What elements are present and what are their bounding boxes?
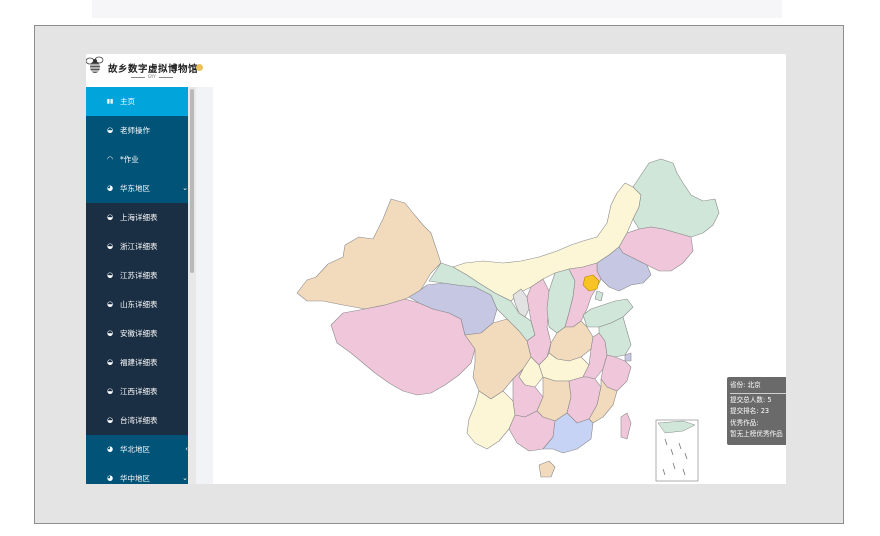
province-taiwan[interactable] (620, 412, 632, 440)
sidebar-item-taiwan[interactable]: ◒ 台湾详细表 (86, 406, 188, 435)
province-heilongjiang[interactable] (632, 158, 720, 238)
sidebar-item-jiangsu[interactable]: ◒ 江苏详细表 (86, 261, 188, 290)
gauge-icon: ◠ (106, 155, 114, 163)
pie-chart-icon: ◕ (106, 474, 114, 482)
sidebar-item-label: 台湾详细表 (120, 416, 158, 425)
sidebar-item-homework[interactable]: ◠ *作业 (86, 145, 188, 174)
sidebar-item-north-china[interactable]: ◕ 华北地区 ‹ (86, 435, 188, 464)
app-window: 故乡数字虚拟博物馆 GYY ▮▮ 主页 ◒ 老师操作 ◠ *作业 ◕ 华东地区 … (86, 54, 786, 484)
sidebar-item-label: 安徽详细表 (120, 329, 158, 338)
sidebar-item-label: 上海详细表 (120, 213, 158, 222)
sidebar-item-label: 江苏详细表 (120, 271, 158, 280)
tooltip-province-value: 北京 (747, 381, 761, 389)
tooltip-works-label: 优秀作品: (730, 418, 759, 427)
tooltip-rank-row: 提交排名: 23 (730, 406, 786, 418)
sidebar-item-home[interactable]: ▮▮ 主页 (86, 87, 188, 116)
tooltip-total-value: 5 (767, 395, 772, 404)
pie-chart-icon: ◕ (106, 184, 114, 192)
app-header: 故乡数字虚拟博物馆 GYY (86, 54, 786, 88)
map-panel: 省份: 北京 提交总人数: 5 提交排名: 23 优秀作品: 暂无上榜优秀作品 (213, 87, 786, 484)
sidebar-item-zhejiang[interactable]: ◒ 浙江详细表 (86, 232, 188, 261)
pie-chart-icon: ◒ (106, 358, 114, 366)
tooltip-rank-label: 提交排名: (730, 407, 759, 415)
province-shanghai[interactable] (624, 352, 632, 362)
status-dot (196, 64, 203, 71)
pie-chart-icon: ◒ (106, 126, 114, 134)
sidebar-item-shandong[interactable]: ◒ 山东详细表 (86, 290, 188, 319)
south-china-sea-inset (655, 419, 699, 482)
sidebar-item-anhui[interactable]: ◒ 安徽详细表 (86, 319, 188, 348)
main-content: 省份: 北京 提交总人数: 5 提交排名: 23 优秀作品: 暂无上榜优秀作品 (196, 87, 786, 484)
province-tooltip: 省份: 北京 提交总人数: 5 提交排名: 23 优秀作品: 暂无上榜优秀作品 (727, 377, 786, 445)
pie-chart-icon: ◒ (106, 416, 114, 424)
sidebar-item-label: 江西详细表 (120, 387, 158, 396)
sidebar-item-fujian[interactable]: ◒ 福建详细表 (86, 348, 188, 377)
sidebar-item-label: 浙江详细表 (120, 242, 158, 251)
sidebar-item-central-china[interactable]: ◕ 华中地区 ⌄ (86, 464, 188, 484)
sidebar-item-label: *作业 (120, 155, 139, 164)
pie-chart-icon: ◒ (106, 300, 114, 308)
sidebar-item-teacher[interactable]: ◒ 老师操作 (86, 116, 188, 145)
province-yunnan[interactable] (466, 390, 516, 450)
tooltip-rank-value: 23 (760, 407, 770, 415)
sidebar-item-label: 老师操作 (120, 126, 150, 135)
pie-chart-icon: ◒ (106, 387, 114, 395)
sidebar-item-label: 山东详细表 (120, 300, 158, 309)
app-title: 故乡数字虚拟博物馆 (108, 64, 199, 75)
sidebar-item-label: 福建详细表 (120, 358, 158, 367)
sidebar-item-label: 华北地区 (120, 445, 150, 454)
bar-chart-icon: ▮▮ (106, 98, 114, 105)
scrollbar-thumb[interactable] (190, 89, 194, 273)
sidebar-item-label: 华中地区 (120, 474, 150, 483)
sidebar-item-east-china[interactable]: ◕ 华东地区 ⌄ (86, 174, 188, 203)
sidebar-item-label: 华东地区 (120, 184, 150, 193)
sidebar: ▮▮ 主页 ◒ 老师操作 ◠ *作业 ◕ 华东地区 ⌄ ◒ 上海详细表 ◒ 浙江… (86, 87, 188, 484)
province-tianjin[interactable] (594, 290, 604, 302)
sidebar-item-label: 主页 (120, 97, 135, 106)
pie-chart-icon: ◒ (106, 271, 114, 279)
sidebar-item-shanghai[interactable]: ◒ 上海详细表 (86, 203, 188, 232)
bee-logo-icon (86, 56, 104, 73)
tooltip-total-label: 提交总人数: (730, 395, 766, 404)
app-subtitle: GYY (128, 74, 176, 79)
pie-chart-icon: ◒ (106, 329, 114, 337)
tooltip-total-row: 提交总人数: 5 (730, 395, 786, 407)
tooltip-province-row: 省份: 北京 (730, 380, 786, 394)
province-hainan[interactable] (538, 460, 556, 478)
pie-chart-icon: ◕ (106, 445, 114, 453)
pie-chart-icon: ◒ (106, 242, 114, 250)
sidebar-item-jiangxi[interactable]: ◒ 江西详细表 (86, 377, 188, 406)
province-shandong[interactable] (582, 298, 634, 328)
pie-chart-icon: ◒ (106, 213, 114, 221)
top-strip (92, 0, 782, 18)
tooltip-province-label: 省份: (730, 381, 746, 389)
tooltip-works-value: 暂无上榜优秀作品 (730, 430, 783, 438)
sidebar-scrollbar[interactable] (188, 87, 196, 484)
china-map[interactable] (213, 87, 786, 484)
